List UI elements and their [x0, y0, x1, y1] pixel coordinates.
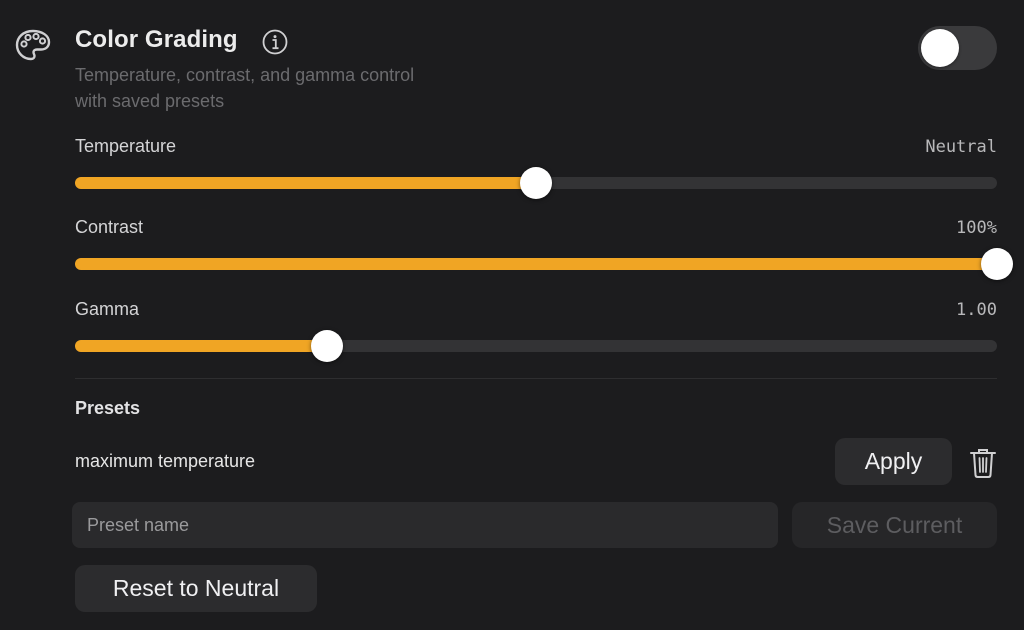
save-current-button[interactable]: Save Current [792, 502, 997, 548]
presets-heading: Presets [75, 398, 141, 418]
reset-to-neutral-button[interactable]: Reset to Neutral [75, 565, 317, 612]
gamma-slider-fill [75, 340, 327, 352]
contrast-slider[interactable] [75, 248, 1013, 280]
subtitle: Temperature, contrast, and gamma control… [75, 62, 535, 114]
temperature-slider-fill [75, 177, 536, 189]
palette-icon [15, 29, 51, 61]
temperature-slider[interactable] [75, 167, 997, 199]
gamma-label: Gamma [75, 299, 140, 319]
temperature-value: Neutral [925, 137, 997, 157]
preset-name-input[interactable] [72, 502, 778, 548]
gamma-slider[interactable] [75, 330, 997, 362]
contrast-slider-fill [75, 258, 997, 270]
gamma-slider-thumb[interactable] [310, 330, 343, 362]
subtitle-line: Temperature, contrast, and gamma control [75, 65, 415, 85]
gamma-value: 1.00 [956, 300, 997, 320]
toggle-knob[interactable] [921, 29, 959, 67]
contrast-label: Contrast [75, 217, 144, 237]
temperature-slider-thumb[interactable] [520, 167, 552, 199]
apply-preset-button[interactable]: Apply [835, 438, 952, 485]
subtitle-line: with saved presets [75, 91, 225, 111]
preset-item-name: maximum temperature [75, 451, 256, 471]
divider [75, 378, 997, 379]
temperature-label: Temperature [75, 136, 177, 156]
contrast-value: 100% [956, 218, 997, 238]
info-icon[interactable] [262, 29, 288, 55]
contrast-slider-thumb[interactable] [981, 248, 1013, 280]
trash-icon[interactable] [968, 447, 998, 479]
enable-toggle[interactable] [918, 26, 997, 70]
page-title: Color Grading [75, 26, 238, 53]
